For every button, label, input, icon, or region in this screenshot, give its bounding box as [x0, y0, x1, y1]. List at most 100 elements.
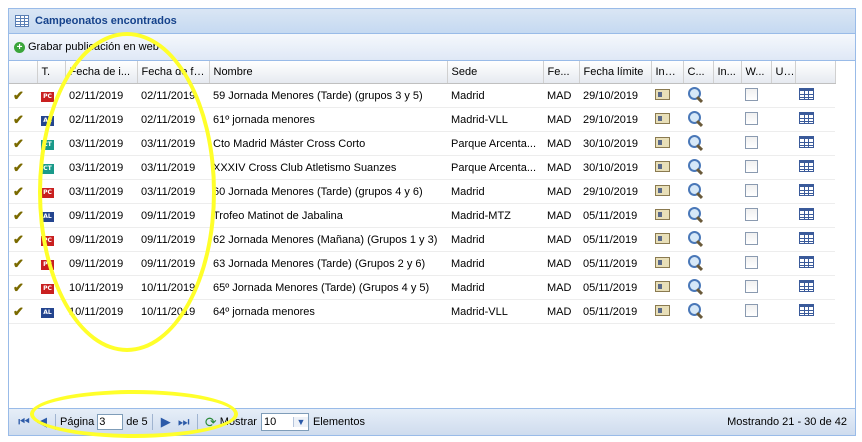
status-check-icon: ✔: [9, 275, 37, 300]
column-header[interactable]: Nombre: [209, 61, 448, 84]
registration-card-icon[interactable]: [655, 88, 670, 100]
type-cell: AL: [37, 107, 65, 132]
federation-cell: MAD: [543, 299, 579, 324]
registration-card-icon[interactable]: [655, 136, 670, 148]
venue-cell: Madrid-MTZ: [447, 203, 543, 228]
type-cell: PC: [37, 275, 65, 300]
prev-page-icon[interactable]: ◀: [33, 414, 51, 430]
calendar-icon[interactable]: [799, 304, 814, 316]
column-header[interactable]: U...: [771, 61, 796, 84]
refresh-icon[interactable]: ⟳: [202, 414, 220, 431]
registration-card-icon[interactable]: [655, 280, 670, 292]
first-page-icon[interactable]: ⏮: [15, 414, 33, 430]
column-header[interactable]: T.: [37, 61, 66, 84]
type-badge: AL: [41, 212, 54, 222]
federation-cell: MAD: [543, 83, 579, 108]
web-checkbox[interactable]: [745, 135, 758, 149]
column-header[interactable]: Fecha de i...: [65, 61, 138, 84]
paging-info: Mostrando 21 - 30 de 42: [727, 416, 847, 428]
column-header[interactable]: [9, 61, 38, 84]
search-icon[interactable]: [687, 230, 704, 248]
last-page-icon[interactable]: ⏭: [175, 414, 193, 430]
web-checkbox[interactable]: [745, 255, 758, 269]
status-check-icon: ✔: [9, 155, 37, 180]
table-row[interactable]: ✔ PC 03/11/2019 03/11/2019 60 Jornada Menore…: [9, 179, 835, 204]
web-checkbox[interactable]: [745, 231, 758, 245]
web-checkbox[interactable]: [745, 303, 758, 317]
registration-card-icon[interactable]: [655, 256, 670, 268]
search-icon[interactable]: [687, 134, 704, 152]
page-input[interactable]: [97, 414, 124, 430]
column-header[interactable]: Fecha límite: [579, 61, 652, 84]
search-icon[interactable]: [687, 110, 704, 128]
column-header[interactable]: Fe...: [543, 61, 580, 84]
end-date-cell: 10/11/2019: [137, 299, 209, 324]
venue-cell: Madrid: [447, 83, 543, 108]
table-row[interactable]: ✔ CT 03/11/2019 03/11/2019 Cto Madrid Máster…: [9, 131, 835, 156]
calendar-icon[interactable]: [799, 160, 814, 172]
toolbar: + Grabar publicación en web: [9, 34, 855, 61]
calendar-icon[interactable]: [799, 256, 814, 268]
venue-cell: Madrid: [447, 179, 543, 204]
web-checkbox[interactable]: [745, 111, 758, 125]
search-icon[interactable]: [687, 158, 704, 176]
deadline-cell: 30/10/2019: [579, 131, 651, 156]
search-icon[interactable]: [687, 206, 704, 224]
separator: [196, 414, 198, 430]
search-icon[interactable]: [687, 302, 704, 320]
separator: [55, 414, 56, 430]
start-date-cell: 02/11/2019: [65, 107, 137, 132]
calendar-icon[interactable]: [799, 136, 814, 148]
search-icon[interactable]: [687, 254, 704, 272]
registration-card-icon[interactable]: [655, 232, 670, 244]
table-row[interactable]: ✔ AL 09/11/2019 09/11/2019 Trofeo Matinot de…: [9, 203, 835, 228]
search-icon[interactable]: [687, 182, 704, 200]
column-header[interactable]: Sede: [447, 61, 544, 84]
table-row[interactable]: ✔ PC 10/11/2019 10/11/2019 65º Jornada Menor…: [9, 275, 835, 300]
publish-web-button[interactable]: + Grabar publicación en web: [14, 41, 159, 53]
column-header[interactable]: [795, 61, 836, 84]
end-date-cell: 09/11/2019: [137, 203, 209, 228]
table-row[interactable]: ✔ AL 10/11/2019 10/11/2019 64º jornada menor…: [9, 299, 835, 324]
table-row[interactable]: ✔ PC 02/11/2019 02/11/2019 59 Jornada Menore…: [9, 83, 835, 108]
web-checkbox[interactable]: [745, 183, 758, 197]
type-cell: CT: [37, 155, 65, 180]
venue-cell: Madrid: [447, 275, 543, 300]
column-header[interactable]: Fecha de fi...: [137, 61, 210, 84]
championships-table: T. Fecha de i... Fecha de fi... Nombre Sede F…: [9, 61, 836, 324]
registration-card-icon[interactable]: [655, 304, 670, 316]
calendar-icon[interactable]: [799, 280, 814, 292]
name-cell: Cto Madrid Máster Cross Corto: [209, 131, 447, 156]
type-badge: PC: [41, 188, 54, 198]
registration-card-icon[interactable]: [655, 208, 670, 220]
calendar-icon[interactable]: [799, 88, 814, 100]
next-page-icon[interactable]: ▶: [157, 414, 175, 430]
column-header[interactable]: In...: [713, 61, 742, 84]
calendar-icon[interactable]: [799, 184, 814, 196]
venue-cell: Madrid-VLL: [447, 107, 543, 132]
name-cell: Trofeo Matinot de Jabalina: [209, 203, 447, 228]
venue-cell: Madrid: [447, 227, 543, 252]
web-checkbox[interactable]: [745, 207, 758, 221]
calendar-icon[interactable]: [799, 208, 814, 220]
page-size-select[interactable]: 10 ▼: [260, 413, 309, 431]
column-header[interactable]: W...: [741, 61, 772, 84]
table-row[interactable]: ✔ CT 03/11/2019 03/11/2019 XXXIV Cross Club …: [9, 155, 835, 180]
end-date-cell: 03/11/2019: [137, 179, 209, 204]
calendar-icon[interactable]: [799, 232, 814, 244]
registration-card-icon[interactable]: [655, 112, 670, 124]
items-label: Elementos: [312, 416, 365, 428]
registration-card-icon[interactable]: [655, 160, 670, 172]
web-checkbox[interactable]: [745, 159, 758, 173]
table-row[interactable]: ✔ PC 09/11/2019 09/11/2019 62 Jornada Menore…: [9, 227, 835, 252]
table-row[interactable]: ✔ AL 02/11/2019 02/11/2019 61º jornada menor…: [9, 107, 835, 132]
web-checkbox[interactable]: [745, 279, 758, 293]
column-header[interactable]: Ins...: [651, 61, 684, 84]
calendar-icon[interactable]: [799, 112, 814, 124]
search-icon[interactable]: [687, 278, 704, 296]
table-row[interactable]: ✔ PC 09/11/2019 09/11/2019 63 Jornada Menore…: [9, 251, 835, 276]
registration-card-icon[interactable]: [655, 184, 670, 196]
search-icon[interactable]: [687, 86, 704, 104]
web-checkbox[interactable]: [745, 87, 758, 101]
column-header[interactable]: C...: [683, 61, 714, 84]
